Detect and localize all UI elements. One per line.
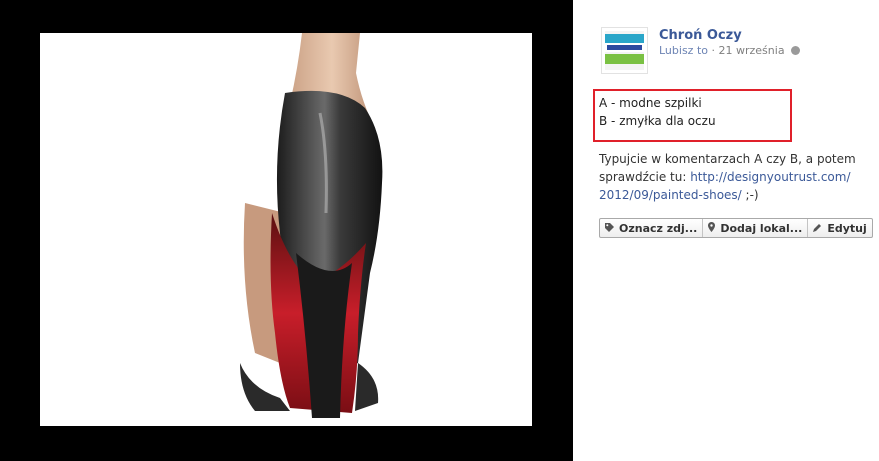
shoe-illustration — [240, 33, 383, 418]
edit-label: Edytuj — [827, 221, 867, 235]
globe-icon — [791, 46, 801, 55]
photo-stage — [0, 0, 573, 461]
pencil-icon — [813, 222, 822, 235]
tag-photo-button[interactable]: Oznacz zdj... — [600, 219, 704, 237]
description-tail: ;-) — [741, 188, 759, 202]
caption-line-b: B - zmyłka dla oczu — [599, 114, 716, 128]
post-sidebar: Chroń Oczy Lubisz to · 21 września A - m… — [573, 0, 879, 461]
tag-icon — [605, 222, 614, 235]
page-name-link[interactable]: Chroń Oczy — [659, 28, 742, 43]
caption-line-a: A - modne szpilki — [599, 96, 702, 110]
edit-button[interactable]: Edytuj — [808, 219, 871, 237]
location-pin-icon — [708, 221, 716, 235]
link-line-2: 2012/09/painted-shoes/ — [599, 188, 742, 202]
tag-photo-label: Oznacz zdj... — [619, 221, 698, 235]
page-avatar[interactable] — [601, 27, 648, 74]
like-link[interactable]: Lubisz to — [659, 44, 708, 57]
link-line-1: http://designyoutrust.com/ — [690, 170, 851, 184]
post-meta: Lubisz to · 21 września — [659, 44, 801, 57]
post-photo[interactable] — [40, 33, 532, 426]
post-description: Typujcie w komentarzach A czy B, a potem… — [599, 150, 861, 204]
photo-actions-bar: Oznacz zdj... Dodaj lokal... Edytuj — [599, 218, 873, 238]
homeoptic-box-icon — [605, 31, 644, 70]
add-location-label: Dodaj lokal... — [720, 221, 803, 235]
meta-separator: · — [711, 44, 716, 57]
add-location-button[interactable]: Dodaj lokal... — [703, 219, 809, 237]
post-date[interactable]: 21 września — [719, 44, 785, 57]
